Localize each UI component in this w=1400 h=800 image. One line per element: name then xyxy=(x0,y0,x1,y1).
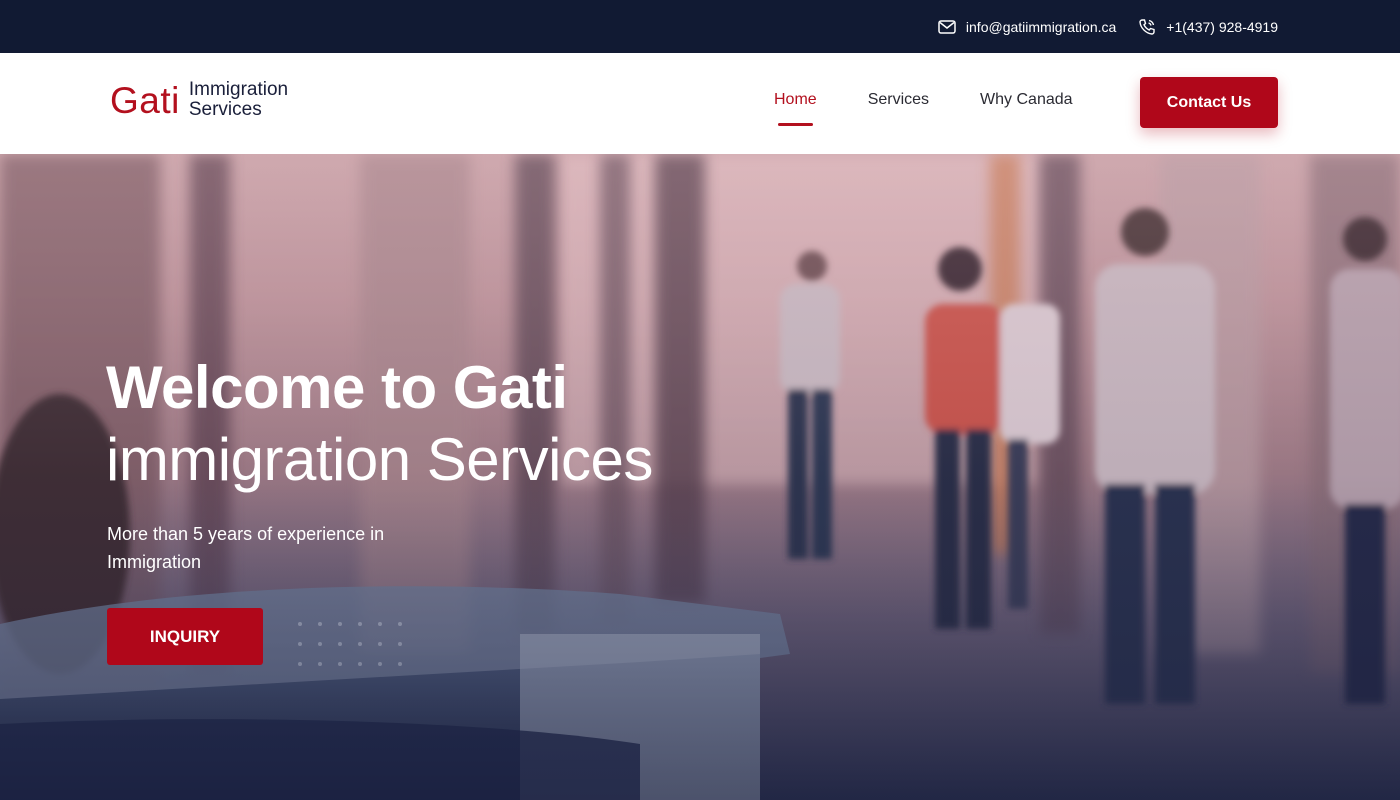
hero-title-line2: immigration Services xyxy=(106,426,653,493)
phone-text: +1(437) 928-4919 xyxy=(1166,18,1278,35)
main-nav: Home Services Why Canada xyxy=(774,91,1073,126)
hero-title: Welcome to Gati immigration Services xyxy=(106,352,653,496)
brand-tagline: Immigration Services xyxy=(189,80,288,120)
brand-name: Gati xyxy=(110,79,180,121)
nav-item-why-canada[interactable]: Why Canada xyxy=(980,91,1073,109)
brand-line1: Immigration xyxy=(188,79,289,100)
top-contact-bar: info@gatiimmigration.ca +1(437) 928-4919 xyxy=(0,0,1400,53)
inquiry-button[interactable]: INQUIRY xyxy=(107,608,263,665)
brand-line2: Services xyxy=(188,99,262,120)
nav-item-services[interactable]: Services xyxy=(868,91,929,109)
mail-icon xyxy=(938,19,956,34)
contact-us-button[interactable]: Contact Us xyxy=(1140,77,1278,128)
site-header: Gati Immigration Services Home Services … xyxy=(0,53,1400,154)
hero-title-line1: Welcome to Gati xyxy=(106,354,568,421)
phone-link[interactable]: +1(437) 928-4919 xyxy=(1138,18,1278,36)
email-text: info@gatiimmigration.ca xyxy=(965,18,1117,35)
hero-subtitle: More than 5 years of experience in Immig… xyxy=(107,524,385,572)
phone-icon xyxy=(1138,18,1156,36)
nav-item-home[interactable]: Home xyxy=(774,91,817,126)
email-link[interactable]: info@gatiimmigration.ca xyxy=(938,19,1116,35)
hero-section: Welcome to Gati immigration Services Mor… xyxy=(0,154,1400,800)
brand-logo[interactable]: Gati Immigration Services xyxy=(110,80,288,120)
